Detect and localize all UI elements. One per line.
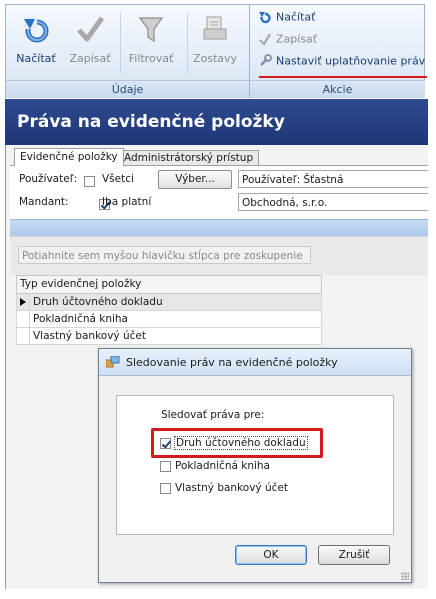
filter-icon [135, 13, 167, 45]
wrench-icon [260, 54, 272, 66]
cancel-button[interactable]: Zrušiť [318, 545, 390, 565]
ribbon: Načítať Zapísať Filtrovať Zostavy Údaje … [5, 4, 427, 98]
option-bank-account[interactable]: Vlastný bankový účet [160, 482, 288, 494]
resize-grip-icon[interactable] [401, 572, 409, 580]
only-valid-label: Iba platní [102, 196, 152, 208]
dialog-prompt: Sledovať práva pre: [161, 409, 265, 421]
dialog-title: Sledovanie práv na evidenčné položky [126, 356, 338, 369]
refresh-icon [20, 13, 52, 45]
row-label: Druh účtovného dokladu [33, 296, 163, 308]
action-load[interactable]: Načítať [258, 10, 315, 28]
highlight-box [151, 428, 323, 458]
app-icon [106, 356, 120, 368]
screenshot-edge-bottom [0, 589, 436, 599]
action-load-label: Načítať [276, 10, 316, 24]
track-rights-dialog: Sledovanie práv na evidenčné položky Sle… [98, 348, 412, 583]
checkmark-icon [259, 33, 271, 46]
option-label: Vlastný bankový účet [175, 482, 288, 494]
option-label: Pokladničná kniha [175, 460, 270, 472]
ok-button[interactable]: OK [235, 545, 307, 565]
select-button[interactable]: Výber... [158, 170, 232, 189]
table-row[interactable]: Pokladničná kniha [16, 311, 322, 328]
all-checkbox[interactable] [84, 175, 95, 187]
load-button[interactable]: Načítať [10, 7, 62, 75]
action-set-rights[interactable]: Nastaviť uplatňovanie práv [258, 54, 425, 72]
table-row[interactable]: Druh účtovného dokladu [16, 294, 322, 311]
filter-separator [10, 219, 431, 236]
save-button[interactable]: Zapísať [64, 7, 116, 75]
records-grid: Typ evidenčnej položky Druh účtovného do… [16, 275, 322, 345]
tab-records[interactable]: Evidenčné položky [14, 148, 124, 166]
load-label: Načítať [16, 52, 56, 65]
tab-admin-access[interactable]: Administrátorský prístup [118, 150, 260, 165]
group-title-actions: Akcie [250, 80, 425, 98]
filter-button[interactable]: Filtrovať [125, 7, 177, 75]
row-label: Pokladničná kniha [33, 313, 128, 325]
action-save[interactable]: Zapísať [258, 32, 317, 50]
screenshot-edge-right [428, 0, 436, 599]
option-checkbox[interactable] [160, 460, 171, 472]
checkmark-icon [74, 13, 106, 45]
reports-icon [199, 13, 231, 45]
page-title: Práva na evidenčné položky [5, 99, 431, 145]
option-checkbox[interactable] [160, 482, 171, 494]
row-label: Vlastný bankový účet [33, 330, 146, 342]
action-set-rights-label: Nastaviť uplatňovanie práv [276, 54, 426, 68]
user-field[interactable]: Používateľ: Šťastná [238, 170, 431, 188]
dialog-titlebar[interactable]: Sledovanie práv na evidenčné položky [99, 349, 411, 376]
save-label: Zapísať [69, 52, 111, 65]
grid-column-header[interactable]: Typ evidenčnej položky [16, 275, 322, 294]
table-row[interactable]: Vlastný bankový účet [16, 328, 322, 345]
mandant-field[interactable]: Obchodná, s.r.o. [238, 193, 431, 211]
reports-button[interactable]: Zostavy [189, 7, 241, 75]
all-label: Všetci [102, 173, 134, 185]
action-save-label: Zapísať [276, 32, 318, 46]
highlight-underline [259, 76, 427, 78]
user-label: Používateľ: [19, 173, 78, 185]
reports-label: Zostavy [192, 52, 238, 65]
filter-label: Filtrovať [128, 52, 174, 65]
option-cash-book[interactable]: Pokladničná kniha [160, 460, 270, 472]
group-title-data: Údaje [6, 80, 249, 98]
group-by-hint[interactable]: Potiahnite sem myšou hlavičku stĺpca pre… [18, 246, 311, 264]
mandant-label: Mandant: [19, 196, 69, 208]
row-indicator-icon [20, 298, 26, 306]
refresh-icon [259, 11, 271, 24]
